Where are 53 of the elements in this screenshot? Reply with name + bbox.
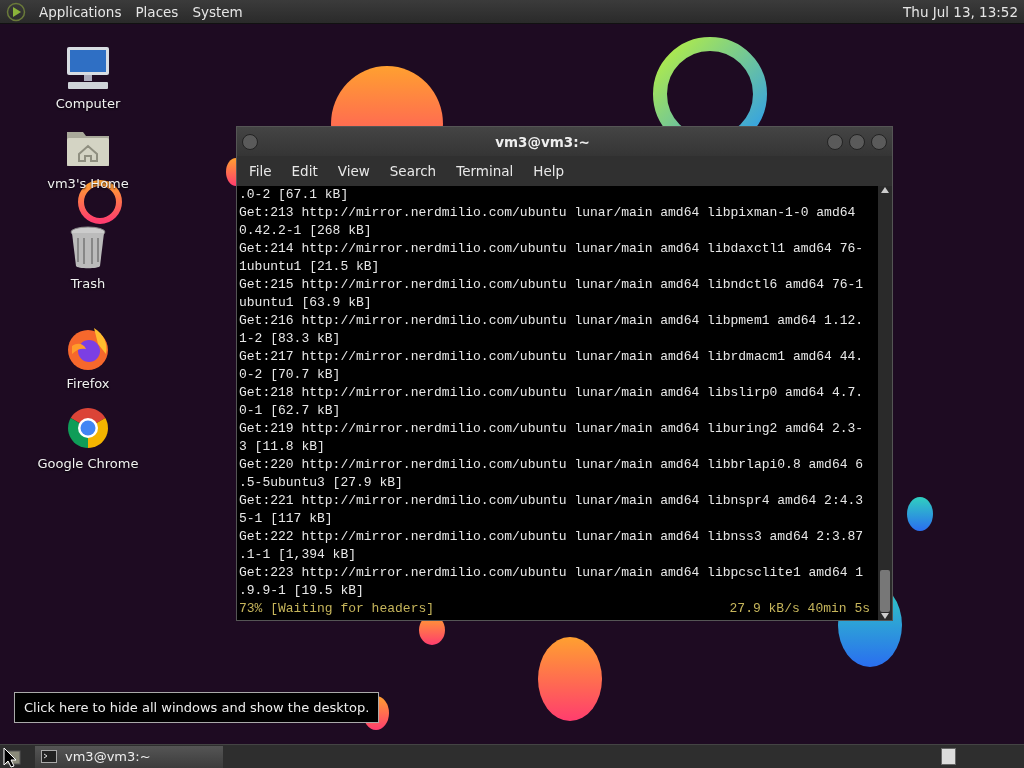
terminal-line: 5-1 [117 kB] [239, 510, 334, 528]
computer-icon [64, 44, 112, 92]
panel-menu[interactable]: Places [128, 3, 186, 20]
clock[interactable]: Thu Jul 13, 13:52 [903, 3, 1024, 20]
terminal-line: Get:223 http://mirror.nerdmilio.com/ubuntu lunar/main amd64 libpcsclite1 amd64 1 [239, 564, 865, 582]
scrollbar[interactable] [878, 186, 892, 620]
terminal-line: Get:213 http://mirror.nerdmilio.com/ubuntu lunar/main amd64 libpixman-1-0 amd64 [239, 204, 857, 222]
progress-text: 73% [Waiting for headers] [239, 600, 435, 618]
terminal-line: Get:216 http://mirror.nerdmilio.com/ubuntu lunar/main amd64 libpmem1 amd64 1.12. [239, 312, 865, 330]
workspace-switcher[interactable] [941, 748, 956, 765]
terminal-line: Get:214 http://mirror.nerdmilio.com/ubuntu lunar/main amd64 libdaxctl1 amd64 76- [239, 240, 865, 258]
tooltip: Click here to hide all windows and show the desktop. [14, 692, 380, 723]
terminal-line: Get:218 http://mirror.nerdmilio.com/ubuntu lunar/main amd64 libslirp0 amd64 4.7. [239, 384, 865, 402]
scrollbar-thumb[interactable] [880, 570, 890, 612]
menu-item[interactable]: File [239, 163, 282, 179]
terminal-line: 1-2 [83.3 kB] [239, 330, 342, 348]
window-title: vm3@vm3:~ [494, 133, 591, 150]
panel-menu[interactable]: System [185, 3, 250, 20]
terminal-line: Get:217 http://mirror.nerdmilio.com/ubuntu lunar/main amd64 librdmacm1 amd64 44. [239, 348, 865, 366]
download-rate-text: 27.9 kB/s 40min 5s [729, 600, 870, 618]
terminal-line: 3 [11.8 kB] [239, 438, 326, 456]
terminal-line: .1-1 [1,394 kB] [239, 546, 358, 564]
terminal-line: ubuntu1 [63.9 kB] [239, 294, 373, 312]
taskbar-button[interactable]: vm3@vm3:~ [35, 745, 223, 768]
maximize-button[interactable] [848, 132, 866, 151]
panel-menu[interactable]: Applications [32, 3, 129, 20]
desktop-icon-label[interactable]: Trash [70, 276, 106, 291]
terminal-line: Get:220 http://mirror.nerdmilio.com/ubuntu lunar/main amd64 libbrlapi0.8 amd64 6 [239, 456, 865, 474]
desktop-icon-label[interactable]: Firefox [66, 376, 110, 391]
terminal-line: .9.9-1 [19.5 kB] [239, 582, 365, 600]
menu-item[interactable]: View [327, 163, 380, 179]
close-button[interactable] [870, 132, 888, 151]
menu-item[interactable]: Terminal [446, 163, 524, 179]
terminal-line: Get:221 http://mirror.nerdmilio.com/ubuntu lunar/main amd64 libnspr4 amd64 2:4.3 [239, 492, 865, 510]
terminal-line: Get:215 http://mirror.nerdmilio.com/ubuntu lunar/main amd64 libndctl6 amd64 76-1 [239, 276, 865, 294]
terminal-line: 0-1 [62.7 kB] [239, 402, 342, 420]
desktop-icon-label[interactable]: Google Chrome [37, 456, 139, 471]
menu-item[interactable]: Edit [281, 163, 328, 179]
cursor-icon [3, 747, 17, 768]
play-logo-icon[interactable] [6, 1, 26, 22]
menu-item[interactable]: Search [379, 163, 447, 179]
terminal-line: .0-2 [67.1 kB] [239, 186, 350, 204]
terminal-line: .5-5ubuntu3 [27.9 kB] [239, 474, 404, 492]
terminal-line: 0.42.2-1 [268 kB] [239, 222, 373, 240]
minimize-button[interactable] [826, 132, 844, 151]
desktop-icon-label[interactable]: Computer [55, 96, 121, 111]
terminal-line: Get:222 http://mirror.nerdmilio.com/ubuntu lunar/main amd64 libnss3 amd64 2:3.87 [239, 528, 865, 546]
terminal-icon [41, 750, 57, 763]
terminal-line: Get:219 http://mirror.nerdmilio.com/ubuntu lunar/main amd64 liburing2 amd64 2.3- [239, 420, 865, 438]
terminal-line: 1ubuntu1 [21.5 kB] [239, 258, 381, 276]
menu-item[interactable]: Help [523, 163, 575, 179]
terminal-line: 0-2 [70.7 kB] [239, 366, 342, 384]
window-menu-button[interactable] [241, 132, 259, 151]
